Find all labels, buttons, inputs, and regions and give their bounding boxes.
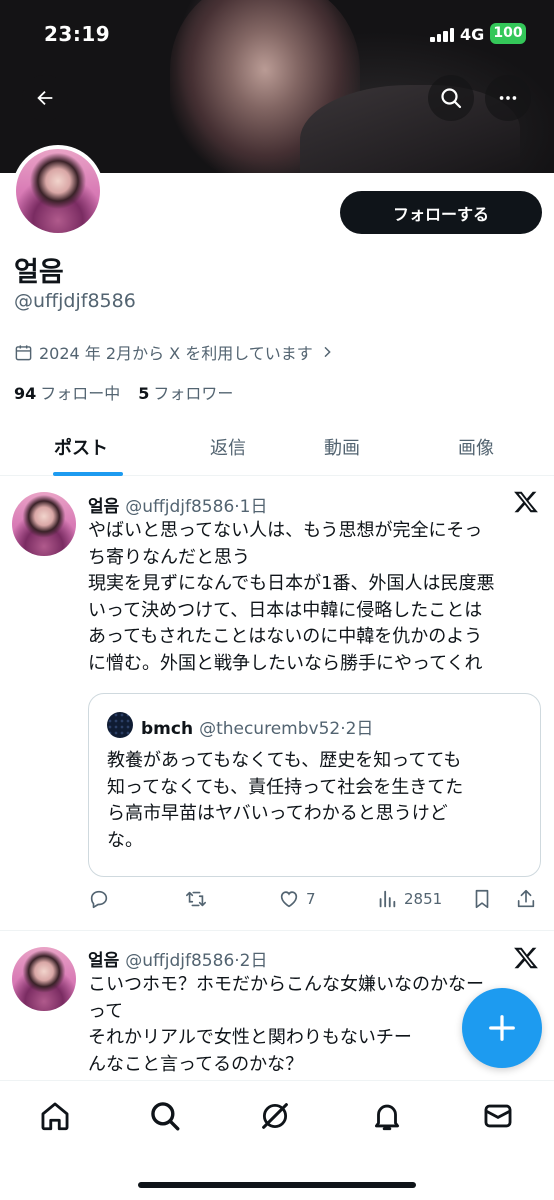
post-author-name[interactable]: 얼음 (88, 497, 119, 517)
quote-text-line: な。 (107, 829, 143, 851)
post-avatar[interactable] (12, 947, 76, 1011)
post-text-line: こいつホモ？ホモだからこんな女嫌いなのかなー (88, 974, 484, 995)
status-bar: 23:19 4G 100 (0, 0, 554, 68)
view-count: 2851 (404, 890, 443, 908)
tab-videos[interactable]: 動画 (324, 434, 360, 460)
views-button[interactable]: 2851 (376, 888, 442, 910)
tab-images[interactable]: 画像 (458, 434, 494, 460)
profile-avatar[interactable] (12, 145, 104, 237)
network-type: 4G (460, 25, 485, 44)
more-icon (499, 96, 517, 100)
quote-time: 2日 (345, 719, 374, 739)
post-text-line: やばいと思ってない人は、もう思想が完全にそっ (88, 520, 483, 541)
repost-button[interactable] (184, 888, 208, 910)
follow-counts: 94 フォロー中 5 フォロワー (14, 380, 233, 404)
tab-posts[interactable]: ポスト (54, 434, 108, 460)
profile-name: 얼음 (14, 257, 64, 288)
post-time: 2日 (239, 951, 268, 971)
avatar-image (12, 492, 76, 556)
post-header: 얼음 @uffjdjf8586·1日 (88, 492, 268, 517)
compose-button[interactable] (462, 988, 542, 1068)
home-indicator (138, 1182, 416, 1188)
bookmark-icon (475, 889, 489, 909)
post-author-handle: @uffjdjf8586 (125, 951, 235, 971)
follow-button[interactable]: フォローする (340, 191, 542, 234)
messages-icon[interactable] (481, 1099, 515, 1133)
quote-avatar (107, 712, 133, 738)
like-button[interactable]: 7 (278, 888, 316, 910)
post-avatar[interactable] (12, 492, 76, 556)
analytics-icon (379, 890, 396, 908)
quoted-post[interactable]: bmch @thecurembv52·2日 教養があってもなくても、歴史を知ってて… (88, 693, 541, 877)
post-author-handle: @uffjdjf8586 (125, 497, 235, 517)
avatar-image (16, 149, 100, 233)
signal-icon (430, 28, 456, 42)
joined-text: 2024 年 2月から X を利用しています (39, 344, 313, 363)
active-tab-indicator (53, 472, 123, 476)
search-nav-icon[interactable] (148, 1099, 182, 1133)
post-text-line: ち寄りなんだと思う (88, 546, 250, 568)
like-count: 7 (306, 890, 316, 908)
post-text-line: いって決めつけて、日本は中韓に侵略したことは (88, 599, 483, 621)
plus-icon (489, 1015, 515, 1041)
battery-indicator: 100 (490, 23, 526, 44)
profile-tabs: ポスト 返信 動画 画像 (0, 420, 554, 476)
home-icon[interactable] (38, 1099, 72, 1133)
followers-link[interactable]: 5 フォロワー (138, 380, 233, 404)
quote-header: bmch @thecurembv52·2日 (141, 714, 373, 739)
post-divider (0, 930, 554, 931)
quote-author-handle: @thecurembv52 (199, 719, 341, 739)
search-button[interactable] (428, 75, 474, 121)
post-author-name[interactable]: 얼음 (88, 951, 119, 971)
post-text-line: あってもされたことはないのに中韓を仇かのよう (88, 626, 483, 647)
post-text-line: 現実を見ずになんでも日本が1番、外国人は民度悪 (88, 573, 495, 594)
heart-icon (280, 891, 298, 908)
chevron-right-icon (324, 346, 331, 358)
notifications-icon[interactable] (370, 1099, 404, 1133)
joined-date[interactable]: 2024 年 2月から X を利用しています (14, 340, 335, 364)
quote-text-line: ら高市早苗はヤバいってわかると思うけど (107, 803, 448, 824)
reply-button[interactable] (88, 888, 110, 910)
quote-author-name: bmch (141, 719, 194, 739)
post-time: 1日 (239, 497, 268, 517)
share-icon (517, 889, 535, 908)
back-button[interactable] (22, 75, 68, 121)
arrow-left-icon (37, 90, 53, 106)
followers-count: 5 (138, 384, 150, 403)
search-icon (441, 88, 462, 109)
x-logo-icon (514, 947, 538, 969)
quote-text: 教養があってもなくても、歴史を知ってても 知ってなくても、責任持って社会を生きて… (107, 748, 527, 854)
profile-handle: @uffjdjf8586 (14, 290, 136, 312)
share-button[interactable] (515, 888, 537, 910)
followers-label: フォロワー (153, 384, 234, 403)
calendar-icon (15, 344, 32, 360)
post-text: やばいと思ってない人は、もう思想が完全にそっ ち寄りなんだと思う 現実を見ずにな… (88, 518, 543, 677)
status-time: 23:19 (44, 22, 111, 46)
x-logo-icon (514, 491, 538, 513)
post-text-line: に憎む。外国と戦争したいなら勝手にやってくれ (88, 652, 483, 674)
reply-icon (90, 890, 108, 909)
more-button[interactable] (485, 75, 531, 121)
following-label: フォロー中 (40, 384, 121, 403)
following-count: 94 (14, 384, 37, 403)
quote-text-line: 教養があってもなくても、歴史を知ってても (107, 750, 462, 771)
repost-icon (186, 891, 206, 907)
quote-text-line: 知ってなくても、責任持って社会を生きてた (107, 776, 464, 798)
avatar-image (12, 947, 76, 1011)
bookmark-button[interactable] (471, 888, 493, 910)
following-link[interactable]: 94 フォロー中 (14, 380, 120, 404)
post-actions: 7 2851 (88, 886, 548, 914)
post-header: 얼음 @uffjdjf8586·2日 (88, 946, 268, 971)
grok-icon[interactable] (258, 1099, 292, 1133)
tab-replies[interactable]: 返信 (210, 434, 246, 460)
